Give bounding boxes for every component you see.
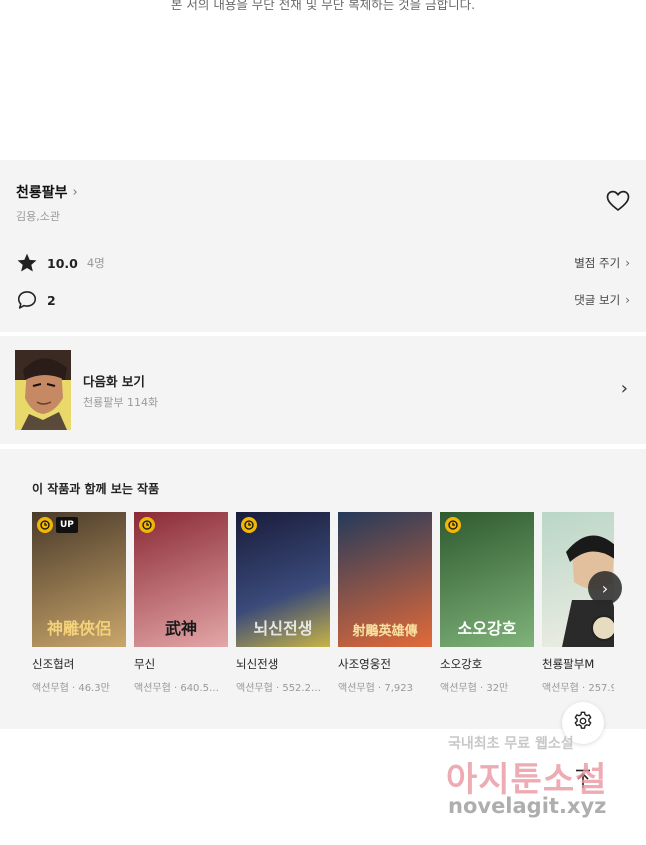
chevron-right-icon: › xyxy=(72,184,78,200)
copyright-notice: 본 서의 내용을 무단 전재 및 무단 복제하는 것을 금합니다. xyxy=(170,0,476,12)
watermark-domain: novelagit.xyz xyxy=(448,794,607,818)
clock-icon xyxy=(241,517,257,533)
work-authors: 김용,소관 xyxy=(16,210,60,223)
next-episode-label: 다음화 보기 xyxy=(83,374,145,389)
recommendations-section: 이 작품과 함께 보는 작품 UP 神雕俠侶 신조협려 액션무협 · 46.3만… xyxy=(0,449,646,729)
card-meta: 액션무협 · 640.5… xyxy=(134,683,219,694)
rating-value: 10.0 xyxy=(47,255,78,271)
recommended-work-card[interactable]: 소오강호 소오강호 액션무협 · 32만 xyxy=(440,512,534,694)
card-meta: 액션무협 · 257.9 xyxy=(542,683,614,694)
watermark-tagline: 국내최초 무료 웹소설 xyxy=(448,736,574,752)
cover-title-art: 소오강호 xyxy=(457,619,517,638)
card-meta: 액션무협 · 7,923 xyxy=(338,683,413,694)
rating-row: 10.0 4명 별점 주기 › xyxy=(16,251,630,275)
comment-icon xyxy=(16,289,38,311)
recommended-work-card[interactable]: 射鵰英雄傳 사조영웅전 액션무협 · 7,923 xyxy=(338,512,432,694)
work-title-link[interactable]: 천룡팔부 › xyxy=(16,182,78,202)
recommendations-carousel: UP 神雕俠侶 신조협려 액션무협 · 46.3만 武神 무신 액션무협 · 6… xyxy=(32,512,614,702)
clock-icon xyxy=(445,517,461,533)
clock-icon xyxy=(139,517,155,533)
clock-icon xyxy=(37,517,53,533)
recommendations-heading: 이 작품과 함께 보는 작품 xyxy=(32,482,160,496)
card-meta: 액션무협 · 32만 xyxy=(440,683,509,694)
up-badge: UP xyxy=(56,517,78,533)
cover-image: 뇌신전생 xyxy=(236,512,330,647)
card-title: 사조영웅전 xyxy=(338,657,391,671)
gear-icon xyxy=(572,710,594,736)
card-title: 뇌신전생 xyxy=(236,657,279,671)
heart-icon[interactable] xyxy=(606,190,630,212)
recommended-work-card[interactable]: 武神 무신 액션무협 · 640.5… xyxy=(134,512,228,694)
cover-title-art: 射鵰英雄傳 xyxy=(352,624,418,639)
carousel-next-button[interactable]: › xyxy=(588,571,622,605)
chevron-right-icon: › xyxy=(625,256,630,270)
next-episode-subtitle: 천룡팔부 114화 xyxy=(83,396,159,409)
chevron-right-icon: › xyxy=(620,378,628,399)
comment-count: 2 xyxy=(47,292,56,308)
scroll-to-top-button[interactable] xyxy=(568,766,598,796)
card-meta: 액션무협 · 552.2… xyxy=(236,683,321,694)
work-info-panel: 천룡팔부 › 김용,소관 10.0 4명 별점 주기 › 2 댓글 보기 › xyxy=(0,160,646,332)
work-title: 천룡팔부 xyxy=(16,185,68,201)
cover-title-art: 武神 xyxy=(164,619,197,638)
cover-title-art: 뇌신전생 xyxy=(253,619,313,638)
card-title: 소오강호 xyxy=(440,657,483,671)
rate-button-label: 별점 주기 xyxy=(574,256,621,270)
star-icon xyxy=(16,252,38,274)
cover-image: 射鵰英雄傳 xyxy=(338,512,432,647)
card-title: 신조협려 xyxy=(32,657,75,671)
site-watermark: 국내최초 무료 웹소설 아지툰소설 novelagit.xyz xyxy=(440,730,640,830)
recommended-work-card[interactable]: UP 神雕俠侶 신조협려 액션무협 · 46.3만 xyxy=(32,512,126,694)
next-episode-thumbnail xyxy=(15,350,71,430)
rate-button[interactable]: 별점 주기 › xyxy=(574,255,630,271)
cover-title-art: 神雕俠侶 xyxy=(46,619,111,638)
cover-image: UP 神雕俠侶 xyxy=(32,512,126,647)
cover-image: 武神 xyxy=(134,512,228,647)
cover-image: 소오강호 xyxy=(440,512,534,647)
next-episode-card[interactable]: 다음화 보기 천룡팔부 114화 › xyxy=(0,336,646,444)
comment-row: 2 댓글 보기 › xyxy=(16,288,630,312)
card-title: 무신 xyxy=(134,657,156,671)
settings-button[interactable] xyxy=(562,702,604,744)
card-meta: 액션무협 · 46.3만 xyxy=(32,683,110,694)
recommended-work-card[interactable]: 뇌신전생 뇌신전생 액션무협 · 552.2… xyxy=(236,512,330,694)
chevron-right-icon: › xyxy=(625,293,630,307)
rating-count: 4명 xyxy=(86,256,105,270)
arrow-up-icon xyxy=(574,769,592,793)
view-comments-label: 댓글 보기 xyxy=(574,293,621,307)
chevron-right-icon: › xyxy=(601,578,609,598)
view-comments-button[interactable]: 댓글 보기 › xyxy=(574,292,630,308)
card-title: 천룡팔부M xyxy=(542,657,595,671)
